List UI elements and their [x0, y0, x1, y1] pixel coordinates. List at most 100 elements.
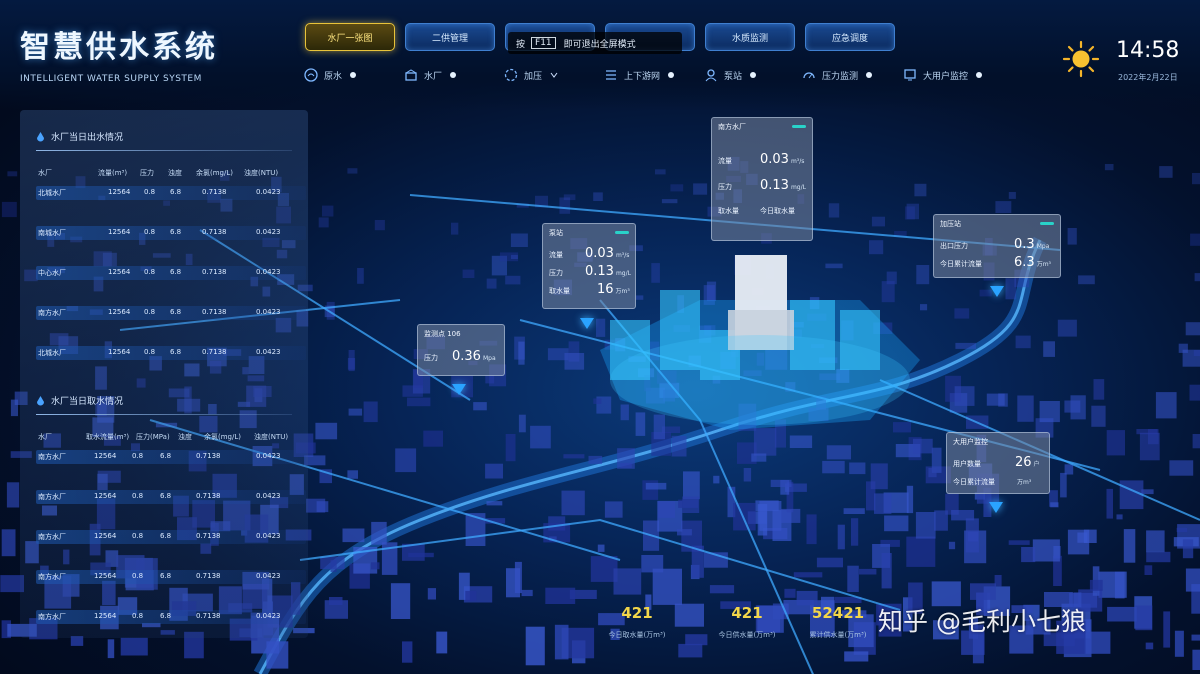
tab-plant-map[interactable]: 水厂一张图 — [305, 23, 395, 51]
city-building — [1, 201, 17, 218]
city-building — [916, 265, 930, 285]
card-row-value: 0.36 Mpa — [452, 349, 496, 364]
toolbar-pump[interactable]: 泵站 — [704, 66, 757, 84]
card-row-label: 今日累计流量 — [940, 260, 982, 268]
city-building — [545, 587, 576, 604]
clock-date: 2022年2月22日 — [1118, 73, 1178, 82]
city-building — [825, 263, 843, 269]
monitor-point-marker[interactable] — [452, 384, 466, 395]
pump-station-marker[interactable] — [580, 318, 594, 329]
city-building — [427, 588, 436, 600]
toolbar-monitor[interactable]: 大用户监控 — [903, 66, 983, 84]
cell: 南方水厂 — [38, 309, 66, 317]
cell: 0.0423 — [256, 532, 281, 540]
info-card-south-plant[interactable]: 南方水厂 流量 0.03 m³/s 压力 0.13 mg/L 取水量 今日取水量 — [711, 117, 813, 241]
city-building — [1139, 432, 1160, 461]
city-building — [671, 435, 687, 457]
table-row[interactable]: 北城水厂 12564 0.8 6.8 0.7138 0.0423 — [36, 186, 306, 200]
info-card-pump-station[interactable]: 泵站 流量 0.03 m³/s 压力 0.13 mg/L 取水量 16 万m³ — [542, 223, 636, 309]
cell: 0.0423 — [256, 452, 281, 460]
card-value: 0.3 — [1014, 237, 1035, 252]
divider — [36, 150, 292, 151]
card-value: 0.13 — [760, 178, 789, 193]
table-row[interactable]: 南方水厂 12564 0.8 6.8 0.7138 0.0423 — [36, 530, 306, 544]
card-unit: Mpa — [1036, 243, 1050, 250]
toolbar-plant[interactable]: 水厂 — [404, 66, 457, 84]
city-building — [1084, 631, 1111, 654]
table-row[interactable]: 中心水厂 12564 0.8 6.8 0.7138 0.0423 — [36, 266, 306, 280]
table-row[interactable]: 南方水厂 12564 0.8 6.8 0.7138 0.0423 — [36, 570, 306, 584]
large-user-marker[interactable] — [989, 502, 1003, 513]
cell: 南城水厂 — [38, 229, 66, 237]
table-row[interactable]: 南方水厂 12564 0.8 6.8 0.7138 0.0423 — [36, 490, 306, 504]
toolbar-network[interactable]: 上下游网 — [604, 66, 675, 84]
col-header: 浊度(NTU) — [254, 433, 289, 441]
city-building — [709, 585, 735, 594]
card-row-label: 压力 — [424, 354, 438, 362]
city-building — [1008, 192, 1016, 199]
col-header: 水厂 — [38, 433, 52, 441]
city-building — [844, 651, 869, 662]
table-row[interactable]: 南城水厂 12564 0.8 6.8 0.7138 0.0423 — [36, 226, 306, 240]
cell: 0.7138 — [196, 532, 221, 540]
table-row[interactable]: 南方水厂 12564 0.8 6.8 0.7138 0.0423 — [36, 306, 306, 320]
toolbar-raw-water[interactable]: 原水 — [304, 66, 357, 84]
table-row[interactable]: 南方水厂 12564 0.8 6.8 0.7138 0.0423 — [36, 610, 306, 624]
city-building — [995, 201, 1012, 213]
toolbar-pressure[interactable]: 加压 — [504, 66, 558, 84]
stat-label: 今日取水量(万m³) — [608, 631, 666, 639]
city-building — [1192, 434, 1200, 449]
city-building — [107, 639, 115, 659]
city-building — [1116, 514, 1123, 520]
pressure-icon — [504, 68, 518, 82]
card-unit: m³/s — [790, 158, 805, 165]
cell: 0.7138 — [202, 268, 227, 276]
tab-water-quality[interactable]: 水质监测 — [705, 23, 795, 51]
city-building — [968, 531, 978, 542]
card-unit: Mpa — [482, 355, 496, 362]
info-card-large-user[interactable]: 大用户监控 用户数量 26 户 今日累计流量 万m³ — [946, 432, 1050, 494]
cell: 12564 — [108, 308, 131, 316]
stat-today-supply: 421 今日供水量(万m³) — [712, 604, 782, 640]
monitor-icon — [904, 69, 916, 81]
city-building — [789, 435, 813, 448]
table-row[interactable]: 北城水厂 12564 0.8 6.8 0.7138 0.0423 — [36, 346, 306, 360]
col-header: 水厂 — [38, 169, 52, 177]
city-building — [784, 588, 796, 598]
table-row[interactable]: 南方水厂 12564 0.8 6.8 0.7138 0.0423 — [36, 450, 306, 464]
toolbar-gauge[interactable]: 压力监测 — [802, 66, 873, 84]
card-row-value: 0.03 m³/s — [585, 246, 629, 261]
cell: 0.7138 — [196, 492, 221, 500]
stat-today-intake: 421 今日取水量(万m³) — [602, 604, 672, 640]
card-row-label: 取水量 — [718, 207, 739, 215]
info-card-boost-station[interactable]: 加压站 出口压力 0.3 Mpa 今日累计流量 6.3 万m³ — [933, 214, 1061, 278]
city-building — [363, 401, 378, 423]
boost-station-marker[interactable] — [990, 286, 1004, 297]
toolbar-label: 大用户监控 — [923, 71, 969, 82]
city-building — [843, 508, 865, 514]
card-row-value: 0.3 Mpa — [1014, 237, 1049, 252]
tab-secondary-supply[interactable]: 二供管理 — [405, 23, 495, 51]
city-building — [1114, 571, 1125, 599]
city-building — [402, 641, 413, 663]
tab-emergency[interactable]: 应急调度 — [805, 23, 895, 51]
card-row-label: 流量 — [718, 157, 732, 165]
city-building — [436, 631, 448, 654]
city-building — [505, 434, 516, 462]
city-building — [1144, 565, 1153, 575]
city-building — [986, 393, 1005, 406]
card-value: 26 — [1015, 455, 1032, 470]
city-building — [521, 589, 533, 597]
cell: 南方水厂 — [38, 573, 66, 581]
city-building — [1005, 278, 1017, 300]
city-building — [518, 341, 525, 365]
city-building — [874, 493, 892, 514]
city-building — [1057, 319, 1077, 337]
city-building — [1185, 322, 1200, 336]
col-header: 余氯(mg/L) — [204, 433, 241, 441]
city-building — [670, 184, 684, 192]
raw-water-icon — [304, 68, 318, 82]
stat-value: 421 — [731, 604, 763, 622]
city-building — [1070, 395, 1086, 420]
info-card-monitor-point[interactable]: 监测点 106 压力 0.36 Mpa — [417, 324, 505, 376]
